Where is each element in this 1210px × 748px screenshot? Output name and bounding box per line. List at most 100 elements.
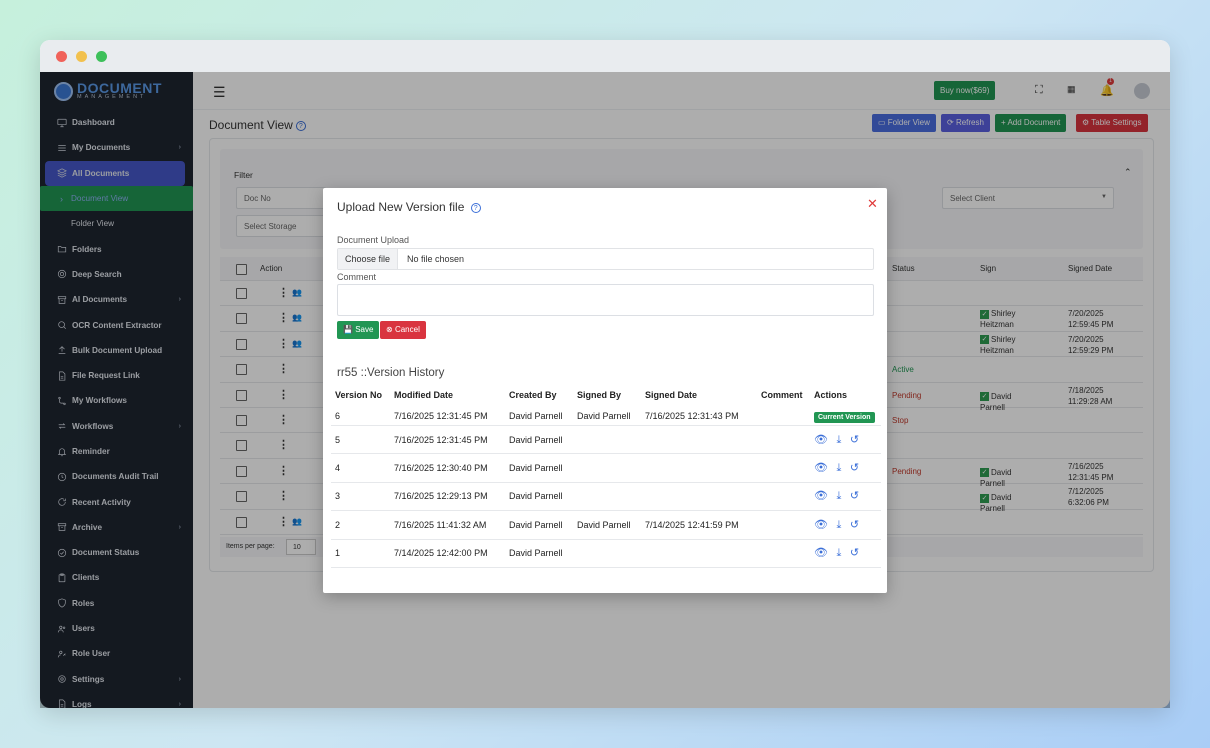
sidebar-item-deep-search[interactable]: Deep Search (40, 262, 193, 287)
folder-view-button[interactable]: ▭ Folder View (872, 114, 936, 132)
sidebar-item-ai-documents[interactable]: AI Documents › (40, 287, 193, 312)
sidebar-item-roles[interactable]: Roles (40, 591, 193, 616)
minimize-window-button[interactable] (76, 51, 87, 62)
save-button[interactable]: 💾 Save (337, 321, 380, 339)
shared-users-icon[interactable]: 👥 (292, 313, 302, 322)
sidebar-item-role-user[interactable]: Role User (40, 641, 193, 666)
restore-icon[interactable]: ↺ (850, 519, 859, 531)
row-checkbox[interactable] (236, 288, 247, 299)
table-settings-button[interactable]: ⚙ Table Settings (1076, 114, 1148, 132)
close-icon[interactable]: ✕ (867, 196, 878, 212)
restore-icon[interactable]: ↺ (850, 490, 859, 502)
shared-users-icon[interactable]: 👥 (292, 517, 302, 526)
more-actions-icon[interactable]: ⋮ (278, 464, 289, 477)
download-icon[interactable]: ⤓ (836, 462, 841, 474)
filter-title: Filter (234, 170, 253, 180)
comment-textarea[interactable] (337, 284, 874, 316)
bell-icon[interactable]: 🔔 (1100, 84, 1114, 97)
sidebar-item-workflows[interactable]: Workflows › (40, 414, 193, 439)
more-actions-icon[interactable]: ⋮ (278, 438, 289, 451)
restore-icon[interactable]: ↺ (850, 434, 859, 446)
sidebar-item-file-request-link[interactable]: File Request Link (40, 363, 193, 388)
fullscreen-icon[interactable]: ⛶ (1035, 84, 1043, 97)
sidebar-item-bulk-document-upload[interactable]: Bulk Document Upload (40, 338, 193, 363)
more-actions-icon[interactable]: ⋮ (278, 286, 289, 299)
sidebar-item-users[interactable]: Users (40, 616, 193, 641)
sidebar-item-archive[interactable]: Archive › (40, 515, 193, 540)
refresh-button[interactable]: ⟳ Refresh (941, 114, 990, 132)
add-document-button[interactable]: + Add Document (995, 114, 1067, 132)
row-checkbox[interactable] (236, 414, 247, 426)
sidebar-item-all-documents[interactable]: All Documents (45, 160, 185, 186)
items-per-page-select[interactable]: 10 (286, 539, 316, 555)
download-icon[interactable]: ⤓ (836, 547, 841, 559)
sidebar-item-recent-activity[interactable]: Recent Activity (40, 489, 193, 514)
sidebar-item-folders[interactable]: Folders (40, 236, 193, 261)
select-all-checkbox[interactable] (236, 264, 247, 275)
view-icon[interactable]: 👁 (814, 490, 828, 502)
sidebar-item-reminder[interactable]: Reminder (40, 439, 193, 464)
us-flag-icon[interactable]: ▦ (1067, 84, 1076, 95)
version-modified: 7/16/2025 12:31:45 PM (394, 410, 488, 421)
sidebar-item-dashboard[interactable]: Dashboard (40, 110, 193, 135)
download-icon[interactable]: ⤓ (836, 490, 841, 502)
status-text: Stop (892, 415, 909, 425)
sidebar-item-folder-view[interactable]: Folder View (40, 211, 193, 236)
sidebar-item-clients[interactable]: Clients (40, 565, 193, 590)
shared-users-icon[interactable]: 👥 (292, 288, 302, 297)
restore-icon[interactable]: ↺ (850, 462, 859, 474)
search-icon (56, 320, 67, 331)
maximize-window-button[interactable] (96, 51, 107, 62)
sidebar-item-my-documents[interactable]: My Documents › (40, 135, 193, 160)
doc-no-input[interactable]: Doc No (236, 187, 326, 209)
row-checkbox[interactable] (236, 389, 247, 401)
choose-file-button[interactable]: Choose file (338, 249, 399, 269)
upload-version-modal: ✕ Upload New Version file ? Document Upl… (323, 188, 887, 593)
menu-toggle-icon[interactable]: ☰ (213, 84, 226, 101)
storage-select[interactable]: Select Storage (236, 215, 326, 237)
file-input[interactable]: Choose file No file chosen (337, 248, 874, 270)
more-actions-icon[interactable]: ⋮ (278, 311, 289, 324)
sidebar-item-document-status[interactable]: Document Status (40, 540, 193, 565)
buy-now-button[interactable]: Buy now($69) (934, 81, 996, 100)
sidebar-item-label: My Workflows (72, 396, 127, 406)
sidebar-item-settings[interactable]: Settings › (40, 667, 193, 692)
row-checkbox[interactable] (236, 465, 247, 477)
collapse-icon[interactable]: ⌃ (1124, 167, 1132, 178)
more-actions-icon[interactable]: ⋮ (278, 362, 289, 375)
logo[interactable]: DOCUMENT MANAGEMENT (40, 72, 193, 110)
more-actions-icon[interactable]: ⋮ (278, 515, 289, 528)
sidebar-item-document-view[interactable]: › Document View (40, 185, 193, 212)
view-icon[interactable]: 👁 (814, 547, 828, 559)
download-icon[interactable]: ⤓ (836, 519, 841, 531)
help-icon[interactable]: ? (295, 120, 306, 131)
sidebar-item-documents-audit-trail[interactable]: Documents Audit Trail (40, 464, 193, 489)
close-window-button[interactable] (56, 51, 67, 62)
view-icon[interactable]: 👁 (814, 462, 828, 474)
more-actions-icon[interactable]: ⋮ (278, 337, 289, 350)
shared-users-icon[interactable]: 👥 (292, 339, 302, 348)
row-checkbox[interactable] (236, 440, 247, 452)
row-checkbox[interactable] (236, 516, 247, 528)
help-icon[interactable]: ? (470, 202, 481, 213)
sidebar-item-my-workflows[interactable]: My Workflows (40, 388, 193, 413)
file-name-text: No file chosen (407, 254, 465, 264)
more-actions-icon[interactable]: ⋮ (278, 413, 289, 426)
restore-icon[interactable]: ↺ (850, 547, 859, 559)
view-icon[interactable]: 👁 (814, 434, 828, 446)
row-checkbox[interactable] (236, 313, 247, 325)
window-titlebar (40, 40, 1170, 72)
cancel-button[interactable]: ⊗ Cancel (380, 321, 426, 339)
avatar[interactable] (1134, 83, 1150, 99)
row-checkbox[interactable] (236, 491, 247, 503)
more-actions-icon[interactable]: ⋮ (278, 388, 289, 401)
sidebar-item-ocr-content-extractor[interactable]: OCR Content Extractor (40, 312, 193, 337)
row-checkbox[interactable] (236, 364, 247, 376)
row-checkbox[interactable] (236, 338, 247, 350)
download-icon[interactable]: ⤓ (836, 434, 841, 446)
target-icon (56, 269, 67, 280)
view-icon[interactable]: 👁 (814, 519, 828, 531)
more-actions-icon[interactable]: ⋮ (278, 489, 289, 502)
sidebar-item-logs[interactable]: Logs › (40, 692, 193, 708)
client-select[interactable]: Select Client ▼ (942, 187, 1114, 209)
